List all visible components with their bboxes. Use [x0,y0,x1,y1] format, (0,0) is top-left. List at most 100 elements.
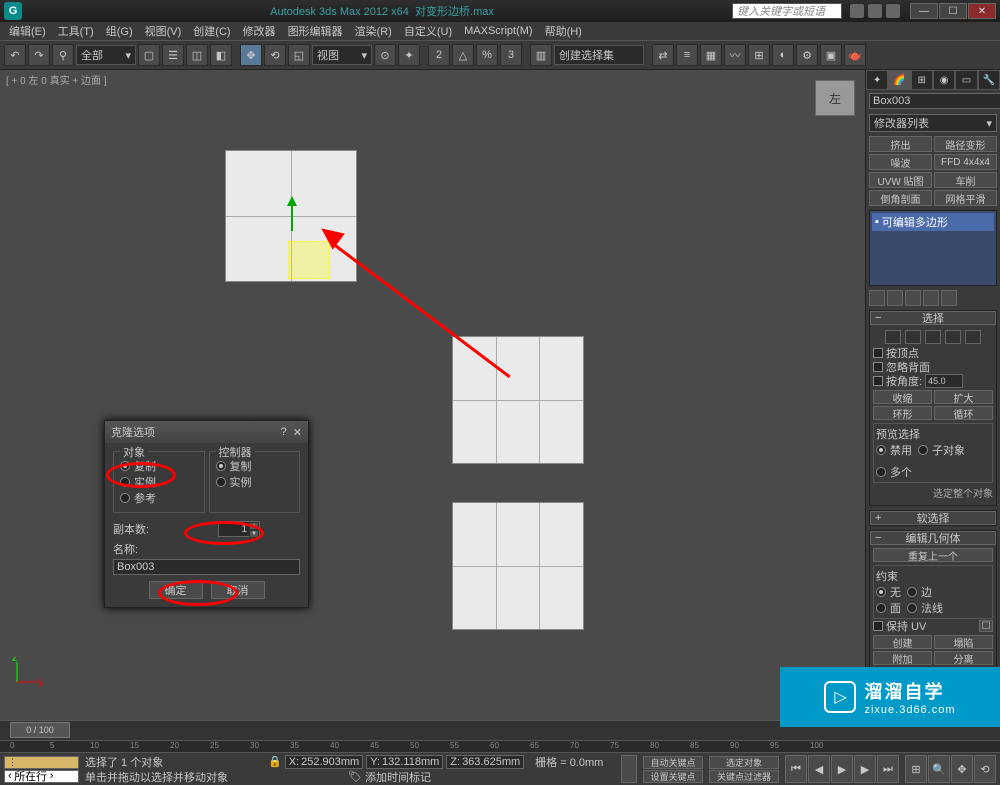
undo-button[interactable]: ↶ [4,44,26,66]
rollout-softsel-header[interactable]: +软选择 [870,511,996,525]
stack-item-editable-poly[interactable]: ▪可编辑多边形 [872,213,994,231]
maxscript-listener-line[interactable]: ‹ 所在行 › [4,770,79,783]
menu-help[interactable]: 帮助(H) [540,23,587,39]
time-slider[interactable]: 0 / 100 [10,722,70,738]
shrink-button[interactable]: 收缩 [873,390,932,404]
menu-tools[interactable]: 工具(T) [53,23,99,39]
subobj-border[interactable] [925,330,941,344]
maximize-button[interactable]: ☐ [939,3,967,19]
angle-snap-toggle[interactable]: △ [452,44,474,66]
config-modifier-sets-button[interactable] [941,290,957,306]
tab-hierarchy[interactable]: ⊞ [911,70,933,90]
tab-modify[interactable]: 🌈 [888,70,910,90]
modifier-list-dropdown[interactable]: 修改器列表▾ [869,114,997,132]
move-button[interactable]: ✥ [240,44,262,66]
mod-pathdeform[interactable]: 路径变形 [934,136,997,152]
mod-ffd[interactable]: FFD 4x4x4 [934,154,997,170]
modifier-stack[interactable]: ▪可编辑多边形 [869,210,997,286]
object-box-top[interactable] [225,150,357,282]
scale-button[interactable]: ◱ [288,44,310,66]
radio-instance[interactable]: 实例 [120,474,198,490]
preview-subobj-radio[interactable]: 子对象 [918,442,965,458]
layer-button[interactable]: ▦ [700,44,722,66]
constrain-normal[interactable]: 法线 [907,600,943,616]
pin-stack-button[interactable] [869,290,885,306]
menu-maxscript[interactable]: MAXScript(M) [459,25,537,37]
object-box-mid[interactable] [452,336,584,464]
dialog-titlebar[interactable]: 克隆选项 ? ✕ [105,421,308,443]
render-button[interactable]: 🫖 [844,44,866,66]
grow-button[interactable]: 扩大 [934,390,993,404]
viewport-nav-3[interactable]: ✥ [951,755,973,783]
ignore-backfacing-check[interactable]: 忽略背面 [873,360,993,374]
menu-edit[interactable]: 编辑(E) [4,23,51,39]
z-coord[interactable]: Z:363.625mm [446,755,524,769]
snap-toggle[interactable]: 2 [428,44,450,66]
goto-start-button[interactable]: ⏮ [785,755,807,783]
name-input[interactable] [113,559,300,575]
repeat-last-button[interactable]: 重复上一个 [873,548,993,562]
menu-customize[interactable]: 自定义(U) [399,23,457,39]
material-editor-button[interactable]: ◐ [772,44,794,66]
loop-button[interactable]: 循环 [934,406,993,420]
constrain-face[interactable]: 面 [876,600,901,616]
goto-end-button[interactable]: ⏭ [877,755,899,783]
dialog-help-button[interactable]: ? [281,426,287,439]
curve-editor-button[interactable]: 〰 [724,44,746,66]
spinner-snap-toggle[interactable]: 3 [500,44,522,66]
menu-grapheditors[interactable]: 图形编辑器 [283,23,348,39]
named-selset-button[interactable]: ▥ [530,44,552,66]
mod-meshsmooth[interactable]: 网格平滑 [934,190,997,206]
minimize-button[interactable]: — [910,3,938,19]
percent-snap-toggle[interactable]: % [476,44,498,66]
manip-button[interactable]: ✦ [398,44,420,66]
mod-extrude[interactable]: 挤出 [869,136,932,152]
set-key-large-button[interactable] [621,755,637,783]
timeline-ruler[interactable]: 0510152025303540455055606570758085909510… [0,740,1000,752]
preview-multi-radio[interactable]: 多个 [876,464,912,480]
show-end-result-button[interactable] [887,290,903,306]
pivot-button[interactable]: ⊙ [374,44,396,66]
viewport[interactable]: [ + 0 左 0 真实 + 边面 ] 左 克隆选项 [0,70,865,720]
make-unique-button[interactable] [905,290,921,306]
refcoord-dropdown[interactable]: 视图▾ [312,45,372,65]
detach-button[interactable]: 分离 [934,651,993,665]
ok-button[interactable]: 确定 [149,581,203,599]
menu-views[interactable]: 视图(V) [140,23,187,39]
tab-motion[interactable]: ◉ [933,70,955,90]
infocenter-icon[interactable] [850,4,864,18]
gizmo-y-axis[interactable] [291,201,293,231]
menu-rendering[interactable]: 渲染(R) [350,23,397,39]
by-vertex-check[interactable]: 按顶点 [873,346,993,360]
help-icon[interactable] [886,4,900,18]
prev-frame-button[interactable]: ◀ [808,755,830,783]
star-icon[interactable] [868,4,882,18]
add-time-tag-label[interactable]: 添加时间标记 [365,769,431,785]
rotate-button[interactable]: ⟲ [264,44,286,66]
attach-button[interactable]: 附加 [873,651,932,665]
radio-reference[interactable]: 参考 [120,490,198,506]
radio-ctrl-copy[interactable]: 复制 [216,458,294,474]
object-name-field[interactable] [869,93,1000,109]
select-button[interactable]: ▢ [138,44,160,66]
viewport-label[interactable]: [ + 0 左 0 真实 + 边面 ] [6,72,107,87]
menu-create[interactable]: 创建(C) [188,23,235,39]
render-setup-button[interactable]: ⚙ [796,44,818,66]
play-button[interactable]: ▶ [831,755,853,783]
time-tag-icon[interactable]: 🏷 [348,770,362,783]
mod-uvw[interactable]: UVW 贴图 [869,172,932,188]
view-cube[interactable]: 左 [815,80,855,116]
lock-icon[interactable]: 🔒 [268,755,282,768]
select-name-button[interactable]: ☰ [162,44,184,66]
close-button[interactable]: ✕ [968,3,996,19]
tab-create[interactable]: ✦ [866,70,888,90]
redo-button[interactable]: ↷ [28,44,50,66]
dialog-close-button[interactable]: ✕ [293,426,302,439]
mod-bevelprofile[interactable]: 倒角剖面 [869,190,932,206]
tab-utilities[interactable]: 🔧 [978,70,1000,90]
viewport-nav-4[interactable]: ⟲ [974,755,996,783]
x-coord[interactable]: X:252.903mm [285,755,364,769]
menu-modifiers[interactable]: 修改器 [238,23,281,39]
help-search[interactable]: 键入关键字或短语 [732,3,842,19]
subobj-polygon[interactable] [945,330,961,344]
